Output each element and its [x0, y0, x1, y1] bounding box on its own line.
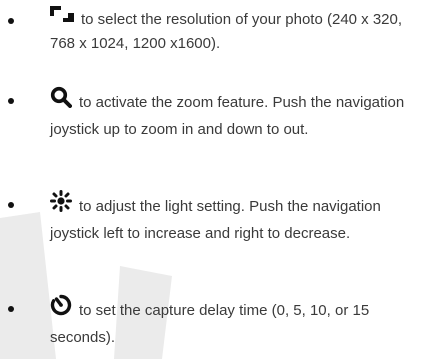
light-setting-icon — [50, 190, 72, 220]
zoom-magnifier-icon — [50, 86, 72, 116]
list-item-text: to activate the zoom feature. Push the n… — [50, 93, 405, 138]
list-item-text: to set the capture delay time (0, 5, 10,… — [50, 301, 370, 346]
resolution-icon — [50, 6, 74, 30]
bullet — [8, 98, 14, 104]
list-item-text: to adjust the light setting. Push the na… — [50, 197, 381, 242]
timer-icon — [50, 294, 72, 324]
bullet — [8, 306, 14, 312]
bullet — [8, 18, 14, 24]
bullet — [8, 202, 14, 208]
list-item-text: to select the resolution of your photo (… — [50, 11, 403, 53]
